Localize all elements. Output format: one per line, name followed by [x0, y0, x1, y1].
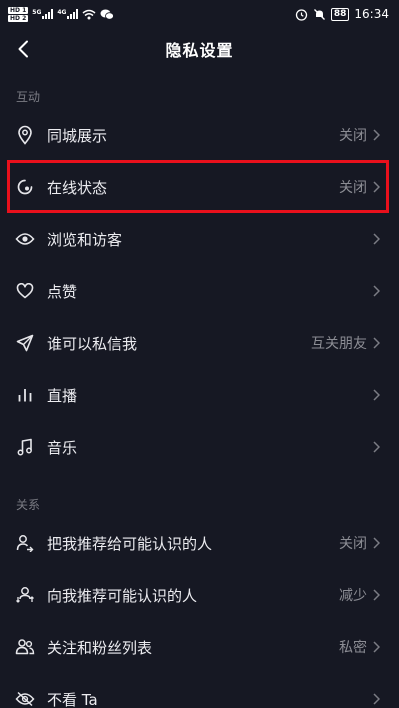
setting-row-nearby-display[interactable]: 同城展示 关闭 — [0, 109, 399, 161]
chevron-right-icon — [373, 692, 383, 706]
eye-off-icon — [15, 689, 35, 708]
paper-plane-icon — [15, 333, 35, 353]
row-label: 点赞 — [47, 282, 78, 301]
row-label: 关注和粉丝列表 — [47, 638, 153, 657]
section-header-interaction: 互动 — [16, 90, 41, 104]
row-label: 同城展示 — [47, 126, 108, 145]
row-label: 把我推荐给可能认识的人 — [47, 534, 213, 553]
chevron-right-icon — [373, 128, 383, 142]
clock: 16:34 — [354, 7, 389, 21]
setting-row-follow-fans-list[interactable]: 关注和粉丝列表 私密 — [0, 621, 399, 673]
chevron-right-icon — [373, 388, 383, 402]
battery-indicator: 88 — [330, 7, 350, 21]
setting-row-recommend-to-me[interactable]: 向我推荐可能认识的人 减少 — [0, 569, 399, 621]
section-header-relations: 关系 — [16, 498, 41, 512]
signal-4g: 4G — [57, 9, 79, 19]
row-label: 向我推荐可能认识的人 — [47, 586, 198, 605]
status-bar-right: 88 16:34 — [295, 7, 389, 21]
row-value: 关闭 — [339, 180, 367, 196]
eye-icon — [15, 229, 35, 249]
alarm-icon — [295, 8, 308, 21]
chevron-right-icon — [373, 336, 383, 350]
row-value: 减少 — [339, 588, 367, 604]
hd-badges: HD 1 HD 2 — [8, 6, 29, 22]
setting-row-online-status[interactable]: 在线状态 关闭 — [0, 161, 399, 213]
heart-icon — [15, 281, 35, 301]
nav-bar: 隐私设置 — [0, 28, 399, 70]
chevron-right-icon — [373, 232, 383, 246]
page-title: 隐私设置 — [165, 41, 234, 60]
chevron-right-icon — [373, 284, 383, 298]
hd2-badge: HD 2 — [8, 14, 29, 22]
net1-label: 5G — [32, 9, 42, 16]
setting-row-music[interactable]: 音乐 — [0, 421, 399, 473]
row-value: 关闭 — [339, 128, 367, 144]
row-value: 私密 — [339, 640, 367, 656]
signal-5g: 5G — [32, 9, 54, 19]
setting-row-block-ta[interactable]: 不看 Ta — [0, 673, 399, 708]
live-bars-icon — [15, 385, 35, 405]
setting-row-likes[interactable]: 点赞 — [0, 265, 399, 317]
signal-bars-icon — [42, 9, 54, 19]
wechat-icon — [100, 9, 115, 20]
row-value: 关闭 — [339, 536, 367, 552]
row-label: 在线状态 — [47, 178, 108, 197]
privacy-settings-screen: HD 1 HD 2 5G 4G 88 16:34 隐私设置 互动 同城展示 关闭… — [0, 0, 399, 708]
person-arrows-icon — [15, 585, 35, 605]
chevron-right-icon — [373, 640, 383, 654]
row-label: 不看 Ta — [47, 690, 98, 708]
online-status-icon — [15, 177, 35, 197]
signal-bars-icon — [67, 9, 79, 19]
wifi-icon — [83, 9, 96, 19]
person-share-icon — [15, 533, 35, 553]
row-label: 音乐 — [47, 438, 78, 457]
setting-row-who-can-message[interactable]: 谁可以私信我 互关朋友 — [0, 317, 399, 369]
location-pin-icon — [15, 125, 35, 145]
chevron-right-icon — [373, 536, 383, 550]
chevron-right-icon — [373, 180, 383, 194]
row-label: 直播 — [47, 386, 78, 405]
status-bar: HD 1 HD 2 5G 4G 88 16:34 — [0, 0, 399, 28]
net2-label: 4G — [57, 9, 67, 16]
chevron-right-icon — [373, 440, 383, 454]
setting-row-live[interactable]: 直播 — [0, 369, 399, 421]
people-icon — [15, 637, 35, 657]
row-value: 互关朋友 — [311, 336, 367, 352]
setting-row-recommend-me[interactable]: 把我推荐给可能认识的人 关闭 — [0, 517, 399, 569]
mute-bell-icon — [313, 8, 325, 20]
row-label: 浏览和访客 — [47, 230, 123, 249]
hd1-badge: HD 1 — [8, 6, 29, 14]
row-label: 谁可以私信我 — [47, 334, 138, 353]
music-note-icon — [15, 437, 35, 457]
status-bar-left: HD 1 HD 2 5G 4G — [8, 6, 115, 22]
chevron-right-icon — [373, 588, 383, 602]
setting-row-browse-visitors[interactable]: 浏览和访客 — [0, 213, 399, 265]
